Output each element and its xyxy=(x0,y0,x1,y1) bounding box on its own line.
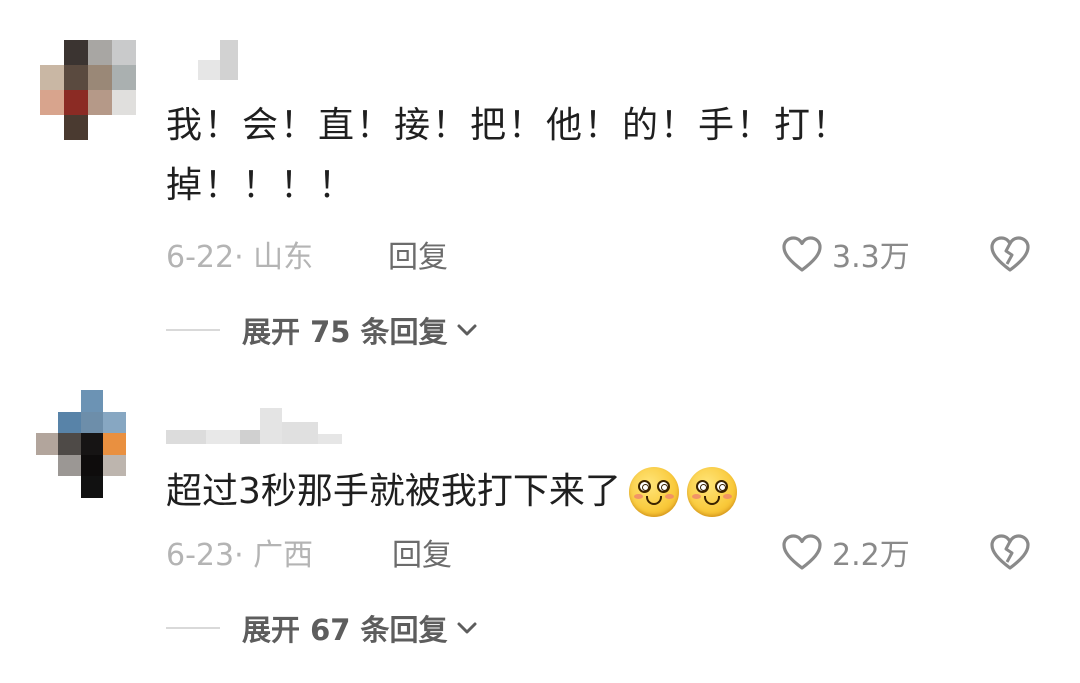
avatar-mosaic-cell xyxy=(36,454,59,477)
username-blurred[interactable] xyxy=(166,408,342,444)
smiley-emoji-icon xyxy=(628,467,679,517)
avatar-mosaic-cell xyxy=(112,65,136,90)
avatar-mosaic-cell xyxy=(125,454,148,477)
comment-text-row: 超过3秒那手就被我打下来了 xyxy=(166,462,737,522)
expand-replies-label: 展开 67 条回复 xyxy=(242,613,448,647)
broken-heart-icon[interactable] xyxy=(988,234,1032,274)
avatar-mosaic-cell xyxy=(64,65,88,90)
avatar-mosaic-cell xyxy=(125,476,148,498)
comment-meta: 6-22· 山东 回复 3.3万 xyxy=(166,232,1046,276)
avatar-mosaic-cell xyxy=(88,40,112,65)
avatar-mosaic-cell xyxy=(58,390,81,412)
avatar-mosaic-cell xyxy=(80,454,104,477)
avatar-mosaic-cell xyxy=(64,40,88,65)
avatar[interactable] xyxy=(36,390,148,498)
username-blurred[interactable] xyxy=(198,40,238,80)
avatar[interactable] xyxy=(40,40,136,140)
avatar-mosaic-cell xyxy=(58,433,81,455)
avatar-mosaic-cell xyxy=(125,411,148,434)
avatar-mosaic-cell xyxy=(36,390,59,412)
avatar-mosaic-cell xyxy=(112,115,136,140)
divider-line xyxy=(166,627,220,629)
avatar-mosaic-cell xyxy=(80,411,104,434)
avatar-mosaic-cell xyxy=(112,40,136,65)
reply-button[interactable]: 回复 xyxy=(392,530,452,574)
avatar-mosaic-cell xyxy=(58,454,81,477)
chevron-down-icon xyxy=(457,622,477,634)
avatar-mosaic-cell xyxy=(58,476,81,498)
avatar-mosaic-cell xyxy=(40,90,64,115)
avatar-mosaic-cell xyxy=(88,115,112,140)
comment-item: 我！会！直！接！把！他！的！手！打！掉！！！！ 6-22· 山东 回复 3.3万… xyxy=(0,0,1080,370)
broken-heart-icon[interactable] xyxy=(988,532,1032,572)
avatar-mosaic-cell xyxy=(64,90,88,115)
avatar-mosaic-cell xyxy=(80,476,104,498)
avatar-mosaic-cell xyxy=(125,433,148,455)
avatar-mosaic-cell xyxy=(103,454,126,477)
like-button[interactable]: 3.3万 xyxy=(780,232,910,276)
avatar-mosaic-cell xyxy=(80,433,104,455)
avatar-mosaic-cell xyxy=(103,390,126,412)
avatar-mosaic-cell xyxy=(40,65,64,90)
like-button[interactable]: 2.2万 xyxy=(780,530,910,574)
divider-line xyxy=(166,329,220,331)
avatar-mosaic-cell xyxy=(103,476,126,498)
avatar-mosaic-cell xyxy=(36,411,59,434)
expand-replies-button[interactable]: 展开 75 条回复 xyxy=(166,310,478,350)
chevron-down-icon xyxy=(457,324,477,336)
reply-button[interactable]: 回复 xyxy=(388,232,448,276)
avatar-mosaic-cell xyxy=(103,411,126,434)
comment-meta: 6-23· 广西 回复 2.2万 xyxy=(166,530,1046,574)
avatar-mosaic-cell xyxy=(125,390,148,412)
avatar-mosaic-cell xyxy=(112,90,136,115)
comment-text: 我！会！直！接！把！他！的！手！打！掉！！！！ xyxy=(166,105,851,206)
avatar-mosaic-cell xyxy=(40,115,64,140)
like-count: 2.2万 xyxy=(832,538,910,573)
avatar-mosaic-cell xyxy=(58,411,81,434)
avatar-mosaic-cell xyxy=(88,90,112,115)
smiley-emoji-icon xyxy=(686,467,737,517)
avatar-mosaic-cell xyxy=(36,433,59,455)
avatar-mosaic-cell xyxy=(80,390,104,412)
date-location: 6-22· 山东 xyxy=(166,240,314,275)
avatar-mosaic-cell xyxy=(36,476,59,498)
avatar-mosaic-cell xyxy=(64,115,88,140)
avatar-mosaic-cell xyxy=(40,40,64,65)
like-count: 3.3万 xyxy=(832,240,910,275)
heart-icon xyxy=(782,534,822,570)
avatar-mosaic-cell xyxy=(88,65,112,90)
avatar-mosaic-cell xyxy=(103,433,126,455)
date-location: 6-23· 广西 xyxy=(166,538,314,573)
expand-replies-label: 展开 75 条回复 xyxy=(242,315,448,349)
comment-item: 超过3秒那手就被我打下来了 6-23· 广西 回复 2.2万 展开 67 条回复 xyxy=(0,370,1080,683)
heart-icon xyxy=(782,236,822,272)
comment-text: 超过3秒那手就被我打下来了 xyxy=(166,471,621,512)
expand-replies-button[interactable]: 展开 67 条回复 xyxy=(166,608,478,648)
